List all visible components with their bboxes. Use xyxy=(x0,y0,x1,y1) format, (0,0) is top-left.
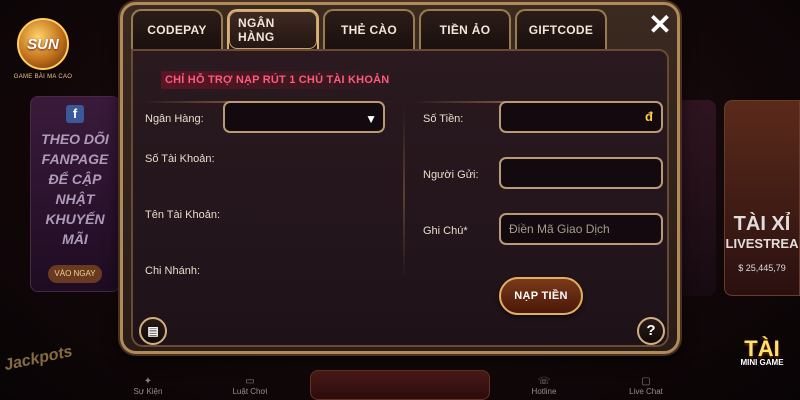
nav-live-chat[interactable]: ▢ Live Chat xyxy=(616,376,676,396)
nav-label: Live Chat xyxy=(629,387,663,396)
tab-crypto[interactable]: TIỀN ẢO xyxy=(419,9,511,49)
promo-line: KHUYẾN MÃI xyxy=(45,211,105,247)
help-icon: ? xyxy=(646,322,656,339)
nav-label: Hotline xyxy=(531,387,557,396)
tab-bank[interactable]: NGÂN HÀNG xyxy=(227,9,319,49)
nav-rules[interactable]: ▭ Luật Chơi xyxy=(220,376,280,396)
sender-field[interactable] xyxy=(499,157,663,189)
help-button[interactable]: ? xyxy=(637,317,665,345)
tab-giftcode[interactable]: GIFTCODE xyxy=(515,9,607,49)
facebook-icon: f xyxy=(66,105,84,123)
tab-scratch-card[interactable]: THẺ CÀO xyxy=(323,9,415,49)
bank-label: Ngân Hàng: xyxy=(145,113,204,125)
tab-label: NGÂN HÀNG xyxy=(229,11,317,49)
tab-codepay[interactable]: CODEPAY xyxy=(131,9,223,49)
nav-hotline[interactable]: ☏ Hotline xyxy=(514,376,574,396)
receipt-icon: ▤ xyxy=(147,324,159,338)
sender-label: Người Gửi: xyxy=(423,169,479,181)
nav-label: Sự Kiện xyxy=(133,387,163,396)
nav-events[interactable]: ✦ Sự Kiện xyxy=(118,376,178,396)
column-divider xyxy=(403,107,405,281)
fanpage-promo-card[interactable]: f THEO DÕI FANPAGE ĐỂ CẬP NHẬT KHUYẾN MÃ… xyxy=(30,96,120,292)
logo-tagline: GAME BÀI MA CAO xyxy=(13,74,73,80)
chat-icon: ▢ xyxy=(641,376,651,387)
account-name-label: Tên Tài Khoản: xyxy=(145,209,221,221)
amount-input[interactable] xyxy=(509,103,653,131)
sun-logo[interactable]: SUN GAME BÀI MA CAO xyxy=(8,18,78,80)
megaphone-icon: ✦ xyxy=(143,376,153,387)
currency-symbol: đ xyxy=(645,109,653,124)
livestream-title: TÀI XỈ xyxy=(733,213,791,235)
game-lobby-screen: SUN GAME BÀI MA CAO f THEO DÕI FANPAGE Đ… xyxy=(0,0,800,400)
bank-select[interactable]: ▼ xyxy=(223,101,385,133)
book-icon: ▭ xyxy=(245,376,255,387)
deposit-modal: CODEPAY NGÂN HÀNG THẺ CÀO TIỀN ẢO GIFTCO… xyxy=(120,2,680,354)
close-icon[interactable]: ✕ xyxy=(643,9,677,43)
livestream-subtitle: LIVESTREA xyxy=(725,236,799,251)
amount-field[interactable]: đ xyxy=(499,101,663,133)
deposit-button[interactable]: NẠP TIỀN xyxy=(499,277,583,315)
branch-label: Chi Nhánh: xyxy=(145,265,201,277)
phone-icon: ☏ xyxy=(537,376,551,387)
note-input[interactable] xyxy=(509,215,653,243)
logo-disc: SUN xyxy=(17,18,69,70)
single-account-notice: CHỈ HỖ TRỢ NẠP RÚT 1 CHỦ TÀI KHOẢN xyxy=(161,71,393,89)
tab-label: TIỀN ẢO xyxy=(439,23,491,37)
promo-line: ĐỂ CẬP NHẬT xyxy=(48,171,102,207)
amount-label: Số Tiền: xyxy=(423,113,464,125)
dropdown-arrow-icon: ▼ xyxy=(365,112,377,126)
tab-label: THẺ CÀO xyxy=(340,23,398,37)
livestream-jackpot-count: $ 25,445,79 xyxy=(738,263,786,273)
sender-input[interactable] xyxy=(509,159,653,187)
tab-label: CODEPAY xyxy=(147,23,207,37)
nav-label: Luật Chơi xyxy=(232,387,268,396)
note-field[interactable] xyxy=(499,213,663,245)
tab-label: GIFTCODE xyxy=(528,23,594,37)
mini-game-label: MINI GAME xyxy=(740,358,784,367)
promo-cta-button[interactable]: VÀO NGAY xyxy=(48,265,102,283)
note-label: Ghi Chú* xyxy=(423,225,468,237)
livestream-card[interactable]: TÀI XỈ LIVESTREA $ 25,445,79 xyxy=(724,100,800,296)
account-number-label: Số Tài Khoản: xyxy=(145,153,215,165)
bottom-nav: ✦ Sự Kiện ▭ Luật Chơi ☏ Hotline ▢ Live C… xyxy=(0,374,800,400)
promo-line: THEO DÕI xyxy=(41,131,109,147)
history-button[interactable]: ▤ xyxy=(139,317,167,345)
promo-line: FANPAGE xyxy=(41,151,109,167)
tai-mini-game-button[interactable]: TÀI MINI GAME xyxy=(726,336,798,394)
bank-deposit-panel: CHỈ HỖ TRỢ NẠP RÚT 1 CHỦ TÀI KHOẢN Ngân … xyxy=(131,49,669,347)
game-card[interactable] xyxy=(676,100,716,296)
